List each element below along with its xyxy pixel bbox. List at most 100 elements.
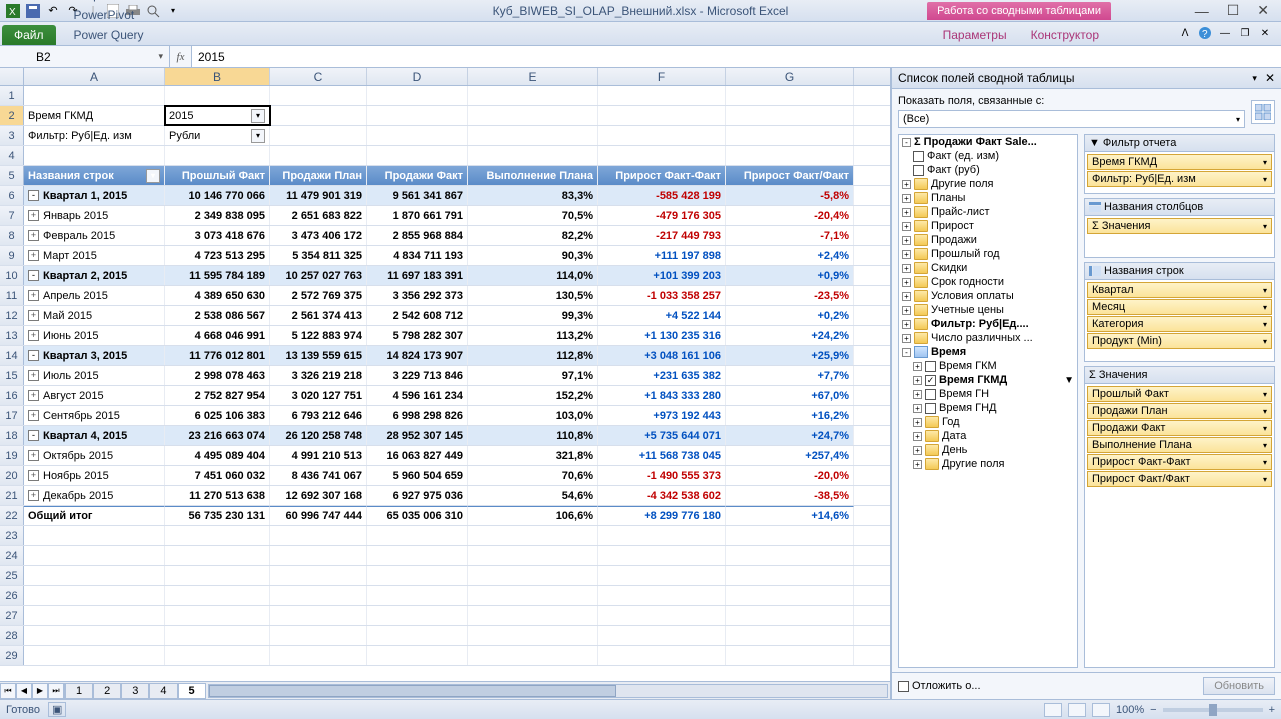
area-field-item[interactable]: Прирост Факт/Факт▾ — [1087, 471, 1272, 487]
row-header[interactable]: 12 — [0, 306, 24, 325]
cell[interactable]: +Июль 2015 — [24, 366, 165, 385]
cell[interactable]: 12 692 307 168 — [270, 486, 367, 505]
row-header[interactable]: 2 — [0, 106, 24, 125]
close-button[interactable]: ✕ — [1257, 1, 1279, 21]
area-field-item[interactable]: Фильтр: Руб|Ед. изм▾ — [1087, 171, 1272, 187]
area-field-item[interactable]: Продажи План▾ — [1087, 403, 1272, 419]
cell[interactable]: +24,7% — [726, 426, 854, 445]
cell[interactable]: -217 449 793 — [598, 226, 726, 245]
field-tree-item[interactable]: +Прирост — [899, 219, 1077, 233]
report-filter-area[interactable]: ▼Фильтр отчета Время ГКМД▾Фильтр: Руб|Ед… — [1084, 134, 1275, 194]
cell[interactable]: 3 356 292 373 — [367, 286, 468, 305]
cell[interactable] — [468, 546, 598, 565]
field-tree-item[interactable]: -Σ Продажи Факт Sale... — [899, 135, 1077, 149]
cell[interactable]: -Квартал 2, 2015 — [24, 266, 165, 285]
field-tree-item[interactable]: +Планы — [899, 191, 1077, 205]
cell[interactable]: 13 139 559 615 — [270, 346, 367, 365]
cell[interactable] — [468, 586, 598, 605]
cell[interactable] — [598, 546, 726, 565]
values-area[interactable]: Σ Значения Прошлый Факт▾Продажи План▾Про… — [1084, 366, 1275, 668]
cell[interactable]: +Август 2015 — [24, 386, 165, 405]
field-tree-item[interactable]: +День — [899, 443, 1077, 457]
row-header[interactable]: 21 — [0, 486, 24, 505]
cell[interactable]: +231 635 382 — [598, 366, 726, 385]
cell[interactable]: 11 270 513 638 — [165, 486, 270, 505]
cell[interactable]: 5 354 811 325 — [270, 246, 367, 265]
zoom-in-button[interactable]: + — [1269, 704, 1275, 716]
cell[interactable] — [24, 606, 165, 625]
cell[interactable]: +101 399 203 — [598, 266, 726, 285]
cell[interactable]: +Октябрь 2015 — [24, 446, 165, 465]
sheet-nav-last[interactable]: ⏭ — [48, 683, 64, 699]
cell[interactable] — [24, 566, 165, 585]
page-layout-view-button[interactable] — [1068, 703, 1086, 717]
cell[interactable]: -Квартал 3, 2015 — [24, 346, 165, 365]
area-field-item[interactable]: Прирост Факт-Факт▾ — [1087, 454, 1272, 470]
row-header[interactable]: 29 — [0, 646, 24, 665]
cell[interactable] — [726, 146, 854, 165]
cell[interactable] — [24, 646, 165, 665]
cell[interactable]: 114,0% — [468, 266, 598, 285]
area-field-item[interactable]: Выполнение Плана▾ — [1087, 437, 1272, 453]
cell[interactable]: +8 299 776 180 — [598, 506, 726, 525]
cell[interactable] — [468, 86, 598, 105]
checkbox-icon[interactable] — [925, 389, 936, 400]
cell[interactable]: +24,2% — [726, 326, 854, 345]
column-labels-area[interactable]: Названия столбцов Σ Значения▾ — [1084, 198, 1275, 258]
cell[interactable] — [367, 106, 468, 125]
cell[interactable]: -20,0% — [726, 466, 854, 485]
cell[interactable]: 3 073 418 676 — [165, 226, 270, 245]
cell[interactable]: 6 998 298 826 — [367, 406, 468, 425]
cell[interactable] — [270, 146, 367, 165]
page-break-view-button[interactable] — [1092, 703, 1110, 717]
cell[interactable]: 16 063 827 449 — [367, 446, 468, 465]
cell[interactable]: -38,5% — [726, 486, 854, 505]
defer-layout-checkbox[interactable]: Отложить о... — [898, 680, 981, 692]
tree-expand-icon[interactable]: + — [913, 460, 922, 469]
cell[interactable]: +Февраль 2015 — [24, 226, 165, 245]
checkbox-icon[interactable] — [925, 361, 936, 372]
col-header-G[interactable]: G — [726, 68, 854, 85]
sheet-tab[interactable]: 2 — [93, 683, 121, 699]
row-header[interactable]: 7 — [0, 206, 24, 225]
area-field-item[interactable]: Продукт (Min)▾ — [1087, 333, 1272, 349]
cell[interactable] — [598, 106, 726, 125]
cell[interactable]: 2 349 838 095 — [165, 206, 270, 225]
row-header[interactable]: 18 — [0, 426, 24, 445]
cell[interactable] — [367, 646, 468, 665]
col-header-A[interactable]: A — [24, 68, 165, 85]
field-tree-item[interactable]: +Прошлый год — [899, 247, 1077, 261]
expand-collapse-icon[interactable]: + — [28, 370, 39, 381]
cell[interactable]: 70,5% — [468, 206, 598, 225]
row-labels-area[interactable]: Названия строк Квартал▾Месяц▾Категория▾П… — [1084, 262, 1275, 362]
cell[interactable]: +Ноябрь 2015 — [24, 466, 165, 485]
checkbox-icon[interactable] — [925, 403, 936, 414]
cell[interactable]: 2 572 769 375 — [270, 286, 367, 305]
show-fields-combo[interactable]: (Все) ▾ — [898, 110, 1245, 128]
cell[interactable] — [270, 126, 367, 145]
cell[interactable]: Продажи План — [270, 166, 367, 185]
expand-collapse-icon[interactable]: + — [28, 230, 39, 241]
cell[interactable] — [598, 566, 726, 585]
tree-expand-icon[interactable]: + — [913, 446, 922, 455]
zoom-slider[interactable] — [1163, 708, 1263, 712]
area-field-item[interactable]: Квартал▾ — [1087, 282, 1272, 298]
ribbon-contextual-tab[interactable]: Параметры — [931, 25, 1019, 45]
row-header[interactable]: 22 — [0, 506, 24, 525]
minimize-ribbon-icon[interactable]: ᐱ — [1177, 25, 1193, 41]
cell[interactable]: +Декабрь 2015 — [24, 486, 165, 505]
field-tree-item[interactable]: Факт (ед. изм) — [899, 149, 1077, 163]
field-tree-item[interactable]: +✓Время ГКМД▼ — [899, 373, 1077, 387]
cell[interactable]: 2 752 827 954 — [165, 386, 270, 405]
cell[interactable]: 70,6% — [468, 466, 598, 485]
cell[interactable]: 321,8% — [468, 446, 598, 465]
cell[interactable]: Выполнение Плана — [468, 166, 598, 185]
ribbon-tab[interactable]: PowerPivot — [62, 5, 195, 25]
cell[interactable] — [165, 626, 270, 645]
row-header[interactable]: 25 — [0, 566, 24, 585]
cell[interactable] — [165, 86, 270, 105]
cell[interactable]: +Апрель 2015 — [24, 286, 165, 305]
name-box-dropdown-icon[interactable]: ▾ — [158, 51, 163, 62]
tree-expand-icon[interactable]: + — [902, 250, 911, 259]
cell[interactable]: +1 843 333 280 — [598, 386, 726, 405]
